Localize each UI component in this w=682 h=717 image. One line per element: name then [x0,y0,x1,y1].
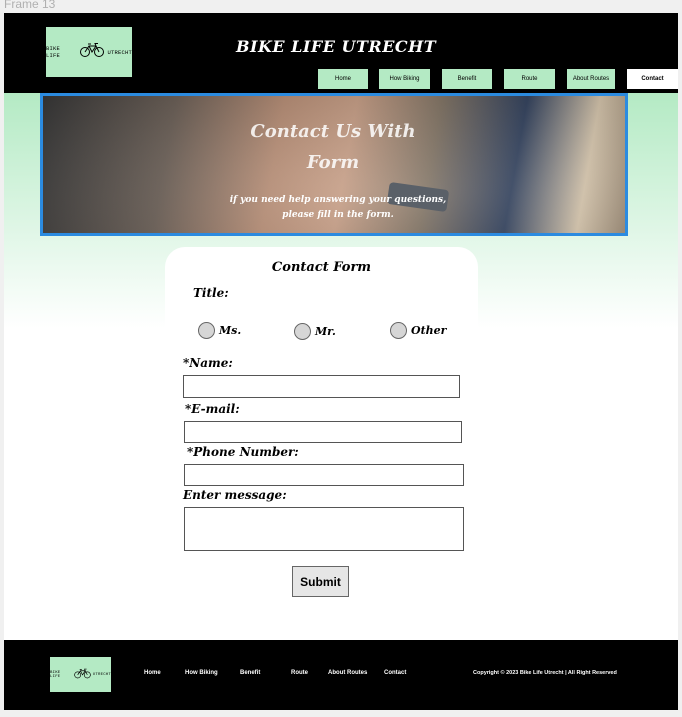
footer-logo[interactable]: BIKE LIFE UTRECHT [50,657,111,692]
radio-label: Other [411,324,447,337]
radio-mr[interactable]: Mr. [294,323,336,340]
title-label: Title: [193,286,229,300]
footer-logo-left-text: BIKE LIFE [50,670,61,679]
footer-link-benefit[interactable]: Benefit [240,670,260,676]
email-field[interactable] [184,421,462,443]
header: BIKE LIFE UTRECHT BIKE LIFE UTRECHT Home… [4,13,678,93]
hero-banner: Contact Us With Form if you need help an… [40,93,628,236]
hero-subtitle: if you need help answering your question… [229,195,447,220]
nav-contact[interactable]: Contact [627,69,678,89]
copyright-text: Copyright © 2023 Bike Life Utrecht | All… [473,670,617,676]
contact-form: Contact Form Title: Ms. Mr. Other *Name:… [165,247,478,597]
nav-home[interactable]: Home [318,69,368,89]
radio-label: Mr. [315,325,336,338]
bicycle-icon [74,666,91,684]
radio-label: Ms. [219,324,242,337]
logo-left-text: BIKE LIFE [46,45,61,59]
radio-other[interactable]: Other [390,322,446,339]
footer-link-about-routes[interactable]: About Routes [328,670,367,676]
submit-button[interactable]: Submit [292,566,349,597]
nav-route[interactable]: Route [504,69,555,89]
name-field[interactable] [183,375,460,398]
radio-button[interactable] [390,322,407,339]
footer-link-contact[interactable]: Contact [384,670,406,676]
footer-logo-right-text: UTRECHT [92,672,111,677]
footer-link-route[interactable]: Route [291,670,308,676]
footer: BIKE LIFE UTRECHT Home How Biking Benefi… [4,640,678,710]
logo-right-text: UTRECHT [107,48,132,56]
message-textarea[interactable] [184,507,464,551]
footer-link-how-biking[interactable]: How Biking [185,670,218,676]
nav-benefit[interactable]: Benefit [442,69,492,89]
page: BIKE LIFE UTRECHT BIKE LIFE UTRECHT Home… [4,13,678,710]
phone-field[interactable] [184,464,464,486]
name-label: *Name: [183,356,233,370]
radio-ms[interactable]: Ms. [198,322,241,339]
email-label: *E-mail: [185,402,240,416]
footer-link-home[interactable]: Home [144,670,161,676]
nav-about-routes[interactable]: About Routes [567,69,615,89]
radio-button[interactable] [198,322,215,339]
form-title: Contact Form [271,260,372,275]
frame-label: Frame 13 [4,0,56,11]
radio-button[interactable] [294,323,311,340]
nav-how-biking[interactable]: How Biking [379,69,430,89]
site-title: BIKE LIFE UTRECHT [236,37,437,56]
logo[interactable]: BIKE LIFE UTRECHT [46,27,132,77]
bicycle-icon [80,42,105,63]
message-label: Enter message: [183,488,287,502]
hero-title: Contact Us With Form [250,121,416,173]
phone-label: *Phone Number: [187,445,299,459]
